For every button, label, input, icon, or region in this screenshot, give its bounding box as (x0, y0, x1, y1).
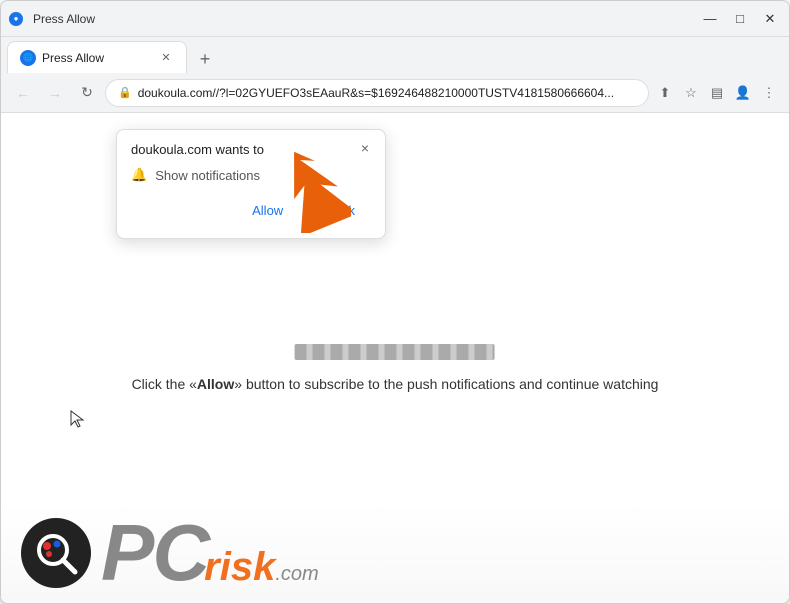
share-icon[interactable]: ⬆ (653, 81, 677, 105)
maximize-button[interactable]: □ (729, 8, 751, 30)
logo-text-area: PC risk .com (101, 513, 319, 593)
url-text: doukoula.com//?l=02GYUEFO3sEAauR&s=$1692… (138, 86, 636, 100)
refresh-button[interactable]: ↻ (73, 79, 101, 107)
back-button[interactable]: ← (9, 79, 37, 107)
new-tab-button[interactable]: + (191, 45, 219, 73)
tab-bar: 🌐 Press Allow ✕ + (1, 37, 789, 73)
minimize-button[interactable]: — (699, 8, 721, 30)
page-content: × doukoula.com wants to 🔔 Show notificat… (1, 113, 789, 603)
logo-risk-text: risk (204, 545, 275, 590)
active-tab[interactable]: 🌐 Press Allow ✕ (7, 41, 187, 73)
back-icon: ← (16, 85, 30, 101)
title-bar: ● Press Allow — □ ✕ (1, 1, 789, 37)
pcrisk-logo: PC risk .com (1, 503, 789, 603)
bookmark-icon[interactable]: ☆ (679, 81, 703, 105)
bell-icon: 🔔 (131, 167, 147, 183)
magnifier-icon (31, 528, 81, 578)
lock-icon: 🔒 (118, 86, 132, 99)
arrow-svg (271, 143, 351, 233)
url-bar[interactable]: 🔒 doukoula.com//?l=02GYUEFO3sEAauR&s=$16… (105, 79, 649, 107)
tab-close-button[interactable]: ✕ (158, 50, 174, 66)
tab-favicon: 🌐 (20, 50, 36, 66)
refresh-icon: ↻ (81, 84, 93, 101)
close-button[interactable]: ✕ (759, 8, 781, 30)
loading-area: Click the «Allow» button to subscribe to… (132, 344, 659, 392)
mouse-cursor (69, 409, 89, 434)
logo-pc-text: PC (101, 513, 208, 593)
arrow-container (271, 143, 351, 238)
popup-close-button[interactable]: × (355, 138, 375, 158)
tab-title: Press Allow (42, 51, 152, 65)
window-title: Press Allow (33, 12, 95, 26)
window-controls: — □ ✕ (699, 8, 781, 30)
tab-favicon-title: ● (9, 12, 23, 26)
logo-circle (21, 518, 91, 588)
forward-icon: → (48, 85, 62, 101)
menu-icon[interactable]: ⋮ (757, 81, 781, 105)
address-right-icons: ⬆ ☆ ▤ 👤 ⋮ (653, 81, 781, 105)
loading-bar (295, 344, 495, 360)
page-message: Click the «Allow» button to subscribe to… (132, 376, 659, 392)
sidebar-icon[interactable]: ▤ (705, 81, 729, 105)
title-bar-left: ● Press Allow (9, 12, 95, 26)
profile-icon[interactable]: 👤 (731, 81, 755, 105)
allow-text: Allow (197, 376, 234, 392)
popup-permission-text: Show notifications (155, 168, 260, 183)
forward-button[interactable]: → (41, 79, 69, 107)
browser-window: ● Press Allow — □ ✕ 🌐 Press Allow ✕ + ← … (0, 0, 790, 604)
logo-com-text: .com (275, 563, 318, 586)
address-bar: ← → ↻ 🔒 doukoula.com//?l=02GYUEFO3sEAauR… (1, 73, 789, 113)
